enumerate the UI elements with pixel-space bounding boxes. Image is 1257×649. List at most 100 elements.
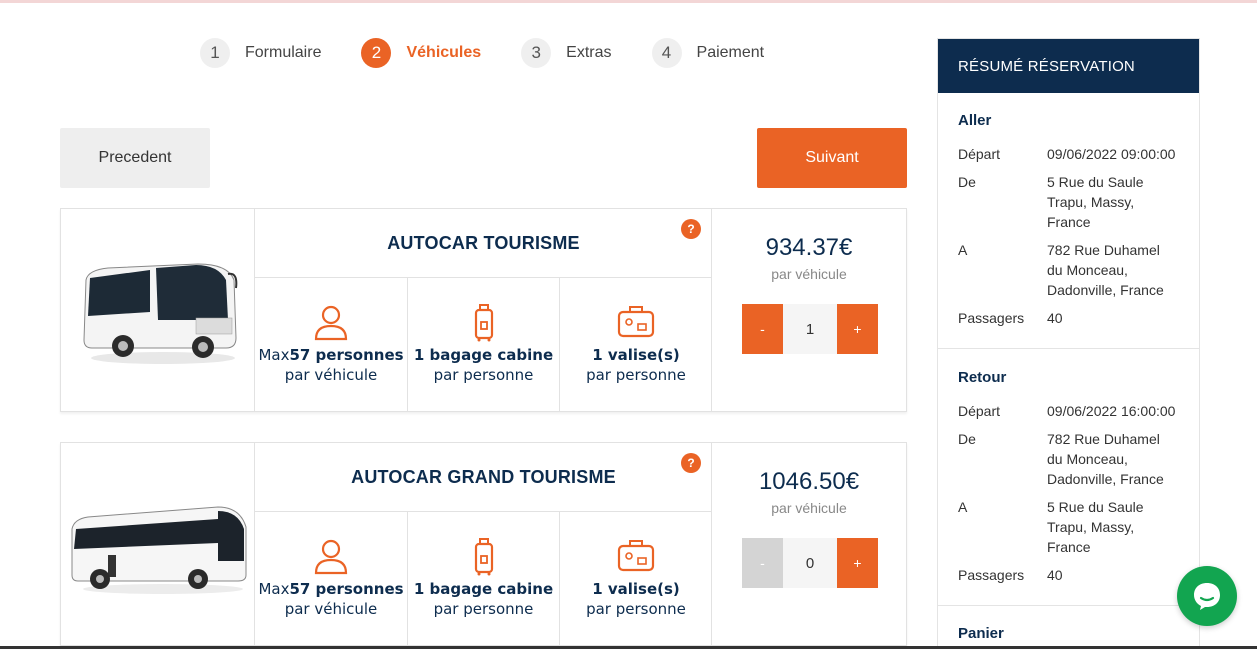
decrement-button[interactable]: - — [742, 538, 783, 588]
vehicle-card-autocar-tourisme: AUTOCAR TOURISME ? Max57 personnes par v… — [60, 208, 907, 412]
chat-icon — [1194, 583, 1220, 610]
increment-button[interactable]: + — [837, 538, 878, 588]
aller-passengers-value: 40 — [1047, 310, 1063, 326]
aller-to-label: A — [958, 242, 968, 258]
aller-depart-label: Départ — [958, 146, 1001, 162]
vehicle-card-autocar-grand-tourisme: AUTOCAR GRAND TOURISME ? Max57 personnes… — [60, 442, 907, 646]
suitcase-icon — [617, 540, 655, 572]
aller-from-label: De — [958, 174, 976, 190]
cabin-bag-icon — [474, 538, 493, 576]
step-label: Extras — [566, 44, 612, 61]
step-formulaire[interactable]: 1 Formulaire — [200, 38, 321, 68]
cabin-value: 1 bagage cabine — [413, 346, 554, 364]
vehicle-details: AUTOCAR TOURISME ? Max57 personnes par v… — [255, 209, 712, 411]
address-line: du Monceau, — [1047, 451, 1128, 467]
retour-passengers-label: Passagers — [958, 567, 1025, 583]
suitcase-feature: 1 valise(s) par personne — [559, 278, 712, 411]
address-line: Dadonville, France — [1047, 471, 1164, 487]
aller-passengers-label: Passagers — [958, 310, 1025, 326]
step-label: Paiement — [696, 44, 765, 61]
chat-button[interactable] — [1177, 566, 1237, 626]
reservation-summary: RÉSUMÉ RÉSERVATION Aller Départ 09/06/20… — [937, 38, 1200, 649]
vehicle-title: AUTOCAR GRAND TOURISME — [255, 443, 712, 512]
summary-divider — [938, 605, 1199, 606]
cabin-sub: par personne — [433, 600, 534, 618]
aller-from-value: 5 Rue du Saule Trapu, Massy, France — [1047, 172, 1187, 232]
help-icon[interactable]: ? — [681, 453, 701, 473]
decrement-button[interactable]: - — [742, 304, 783, 354]
capacity-prefix: Max — [258, 580, 290, 598]
capacity-prefix: Max — [258, 346, 290, 364]
step-label: Véhicules — [406, 44, 482, 61]
cabin-bag-icon — [474, 304, 493, 342]
retour-title: Retour — [958, 369, 1007, 386]
cabin-bag-feature: 1 bagage cabine par personne — [407, 512, 559, 645]
address-line: 782 Rue Duhamel — [1047, 242, 1160, 258]
capacity-value: 57 personnes — [289, 580, 404, 598]
retour-to-label: A — [958, 499, 968, 515]
increment-button[interactable]: + — [837, 304, 878, 354]
suitcase-sub: par personne — [586, 600, 686, 618]
quantity-value[interactable]: 0 — [783, 538, 837, 588]
retour-depart-label: Départ — [958, 403, 1001, 419]
retour-to-value: 5 Rue du Saule Trapu, Massy, France — [1047, 497, 1187, 557]
address-line: Trapu, Massy, — [1047, 194, 1135, 210]
step-number: 4 — [651, 38, 682, 68]
step-extras[interactable]: 3 Extras — [521, 38, 612, 68]
address-line: 782 Rue Duhamel — [1047, 431, 1160, 447]
quantity-stepper: - 0 + — [742, 538, 878, 588]
address-line: Dadonville, France — [1047, 282, 1164, 298]
address-line: France — [1047, 539, 1091, 555]
cabin-bag-feature: 1 bagage cabine par personne — [407, 278, 559, 411]
panier-title: Panier — [958, 625, 1004, 642]
price-cell: 934.37€ par véhicule - 1 + — [712, 209, 906, 411]
address-line: 5 Rue du Saule — [1047, 499, 1144, 515]
cabin-value: 1 bagage cabine — [413, 580, 554, 598]
quantity-value[interactable]: 1 — [783, 304, 837, 354]
retour-from-label: De — [958, 431, 976, 447]
vehicle-price: 1046.50€ — [758, 468, 860, 495]
address-line: 5 Rue du Saule — [1047, 174, 1144, 190]
step-vehicules[interactable]: 2 Véhicules — [361, 38, 481, 68]
cabin-sub: par personne — [433, 366, 534, 384]
bus-image — [61, 443, 255, 645]
vehicle-details: AUTOCAR GRAND TOURISME ? Max57 personnes… — [255, 443, 712, 645]
step-paiement[interactable]: 4 Paiement — [651, 38, 765, 68]
price-cell: 1046.50€ par véhicule - 0 + — [712, 443, 906, 645]
capacity-sub: par véhicule — [284, 366, 378, 384]
aller-title: Aller — [958, 112, 992, 129]
next-button[interactable]: Suivant — [757, 128, 907, 188]
capacity-feature: Max57 personnes par véhicule — [255, 278, 407, 411]
address-line: France — [1047, 214, 1091, 230]
vehicle-price: 934.37€ — [765, 234, 853, 261]
step-number: 1 — [200, 38, 230, 68]
step-number: 2 — [361, 38, 392, 68]
price-unit: par véhicule — [771, 266, 847, 282]
step-label: Formulaire — [245, 44, 322, 61]
quantity-stepper: - 1 + — [742, 304, 878, 354]
bus-image — [61, 209, 255, 411]
booking-stepper: 1 Formulaire 2 Véhicules 3 Extras 4 Paie… — [200, 38, 804, 68]
person-icon — [314, 539, 348, 575]
previous-button[interactable]: Precedent — [60, 128, 210, 188]
retour-depart-value: 09/06/2022 16:00:00 — [1047, 403, 1176, 419]
suitcase-sub: par personne — [586, 366, 686, 384]
price-unit: par véhicule — [771, 500, 847, 516]
suitcase-feature: 1 valise(s) par personne — [559, 512, 712, 645]
step-number: 3 — [521, 38, 552, 68]
aller-depart-value: 09/06/2022 09:00:00 — [1047, 146, 1176, 162]
top-border — [0, 0, 1257, 3]
suitcase-icon — [617, 306, 655, 338]
summary-header: RÉSUMÉ RÉSERVATION — [938, 39, 1199, 93]
capacity-feature: Max57 personnes par véhicule — [255, 512, 407, 645]
person-icon — [314, 305, 348, 341]
help-icon[interactable]: ? — [681, 219, 701, 239]
capacity-sub: par véhicule — [284, 600, 378, 618]
suitcase-value: 1 valise(s) — [592, 580, 680, 598]
retour-passengers-value: 40 — [1047, 567, 1063, 583]
summary-divider — [938, 348, 1199, 349]
address-line: du Monceau, — [1047, 262, 1128, 278]
capacity-value: 57 personnes — [289, 346, 404, 364]
suitcase-value: 1 valise(s) — [592, 346, 680, 364]
aller-to-value: 782 Rue Duhamel du Monceau, Dadonville, … — [1047, 240, 1187, 300]
